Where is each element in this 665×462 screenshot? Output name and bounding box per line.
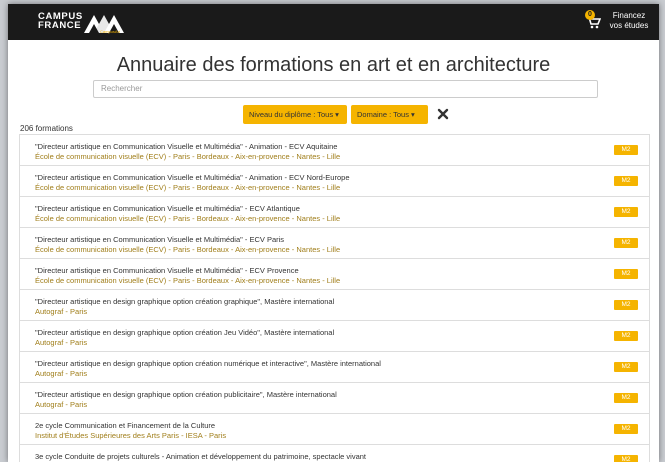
item-title[interactable]: "Directeur artistique en Communication V… [35,266,299,275]
clear-filters-icon[interactable] [436,107,450,121]
item-title[interactable]: "Directeur artistique en design graphiqu… [35,390,337,399]
list-item[interactable]: "Directeur artistique en design graphiqu… [19,289,650,320]
level-badge: M2 [614,393,638,403]
list-item[interactable]: "Directeur artistique en design graphiqu… [19,320,650,351]
logo-subtitle: CampusArt [100,29,121,34]
item-title[interactable]: "Directeur artistique en design graphiqu… [35,359,381,368]
results-list: "Directeur artistique en Communication V… [19,134,650,462]
level-badge: M2 [614,331,638,341]
list-item[interactable]: 2e cycle Communication et Financement de… [19,413,650,444]
item-title[interactable]: "Directeur artistique en design graphiqu… [35,297,334,306]
list-item[interactable]: "Directeur artistique en Communication V… [19,196,650,227]
item-school: Autograf - Paris [35,369,88,378]
browser-window: CAMPUS FRANCE CampusArt 0 Financez vos é [8,4,659,462]
filter-level-dropdown[interactable]: Niveau du diplôme : Tous ▾ [243,105,347,124]
item-school: École de communication visuelle (ECV) - … [35,214,341,223]
item-school: Autograf - Paris [35,400,88,409]
item-title[interactable]: "Directeur artistique en Communication V… [35,204,300,213]
list-item[interactable]: "Directeur artistique en Communication V… [19,258,650,289]
item-title[interactable]: "Directeur artistique en Communication V… [35,173,350,182]
list-item[interactable]: "Directeur artistique en Communication V… [19,134,650,165]
level-badge: M2 [614,300,638,310]
list-item[interactable]: "Directeur artistique en Communication V… [19,165,650,196]
level-badge: M2 [614,176,638,186]
list-item[interactable]: "Directeur artistique en design graphiqu… [19,351,650,382]
item-title[interactable]: 3e cycle Conduite de projets culturels -… [35,452,366,461]
list-item[interactable]: 3e cycle Conduite de projets culturels -… [19,444,650,462]
finance-label-line2: vos études [609,21,649,30]
item-school: École de communication visuelle (ECV) - … [35,152,341,161]
level-badge: M2 [614,455,638,462]
item-school: Autograf - Paris [35,307,88,316]
item-school: Autograf - Paris [35,338,88,347]
search-input[interactable]: Rechercher [93,80,598,98]
item-school: École de communication visuelle (ECV) - … [35,245,341,254]
list-item[interactable]: "Directeur artistique en Communication V… [19,227,650,258]
item-title[interactable]: "Directeur artistique en Communication V… [35,235,284,244]
level-badge: M2 [614,424,638,434]
top-navbar: CAMPUS FRANCE CampusArt 0 Financez vos é [8,4,659,40]
list-item[interactable]: "Directeur artistique en design graphiqu… [19,382,650,413]
filter-domain-dropdown[interactable]: Domaine : Tous ▾ [351,105,428,124]
level-badge: M2 [614,362,638,372]
campus-france-logo[interactable]: CAMPUS FRANCE CampusArt [38,11,148,35]
level-badge: M2 [614,207,638,217]
results-count: 206 formations [20,124,73,133]
page-title: Annuaire des formations en art et en arc… [116,54,551,76]
cart-count-badge: 0 [585,10,595,20]
level-badge: M2 [614,269,638,279]
logo-text: CAMPUS FRANCE [38,12,83,31]
item-title[interactable]: "Directeur artistique en design graphiqu… [35,328,334,337]
level-badge: M2 [614,238,638,248]
level-badge: M2 [614,145,638,155]
item-school: Institut d'Études Supérieures des Arts P… [35,431,227,440]
finance-link[interactable]: Financez vos études [607,11,651,31]
item-school: École de communication visuelle (ECV) - … [35,276,341,285]
logo-line2: FRANCE [38,20,82,31]
finance-label-line1: Financez [612,11,646,20]
item-title[interactable]: "Directeur artistique en Communication V… [35,142,337,151]
item-title[interactable]: 2e cycle Communication et Financement de… [35,421,215,430]
item-school: École de communication visuelle (ECV) - … [35,183,341,192]
